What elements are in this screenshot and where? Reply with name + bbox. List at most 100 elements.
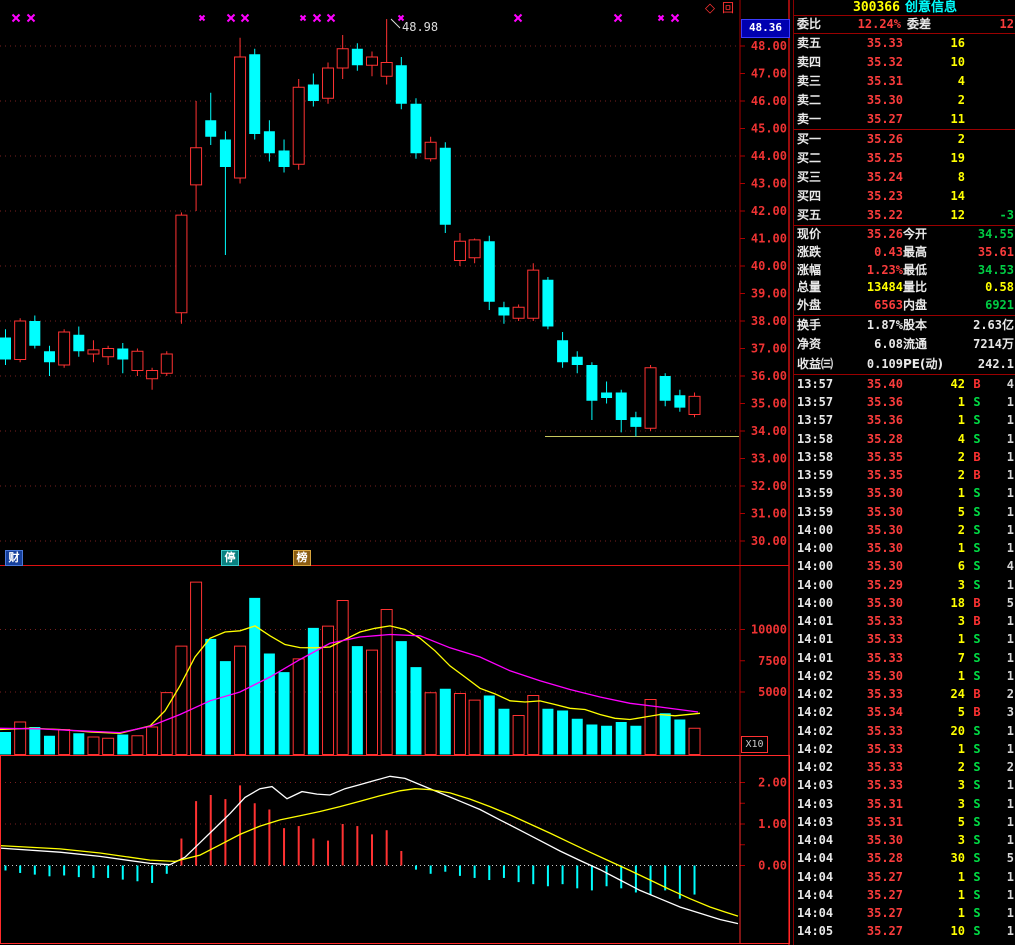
tick-count: 1 <box>989 649 1014 667</box>
tick-row[interactable]: 14:0235.345B3 <box>794 703 1015 721</box>
tick-row[interactable]: 14:0335.315S1 <box>794 813 1015 831</box>
tick-row[interactable]: 14:0235.301S1 <box>794 667 1015 685</box>
tick-row[interactable]: 13:5835.352B1 <box>794 448 1015 466</box>
volume-bars <box>0 582 700 754</box>
candle-body-down <box>220 140 231 168</box>
ask-row[interactable]: 卖二35.302 <box>794 91 1015 110</box>
tick-row[interactable]: 14:0335.313S1 <box>794 795 1015 813</box>
price-axis-label: 43.00 <box>751 177 787 191</box>
tick-side: S <box>965 831 989 849</box>
candle-body-up <box>454 241 465 260</box>
tick-price: 35.30 <box>841 594 903 612</box>
bid-row[interactable]: 买五35.2212-3 <box>794 206 1015 225</box>
level-size: 2 <box>903 130 965 149</box>
tick-row[interactable]: 14:0235.332S2 <box>794 758 1015 776</box>
tick-price: 35.31 <box>841 795 903 813</box>
window-icon[interactable]: 回 <box>722 1 734 16</box>
tick-row[interactable]: 14:0235.3320S1 <box>794 722 1015 740</box>
price-axis-label: 32.00 <box>751 479 787 493</box>
level-label: 买一 <box>797 130 841 149</box>
tick-row[interactable]: 14:0235.331S1 <box>794 740 1015 758</box>
fundamental-stats: 换手1.87%股本2.63亿净资6.08流通7214万收益㈢0.109PE(动)… <box>794 316 1015 374</box>
candle-body-up <box>147 371 158 379</box>
stock-header[interactable]: 300366创意信息 <box>794 0 1015 15</box>
tick-count: 1 <box>989 740 1014 758</box>
tick-price: 35.30 <box>841 521 903 539</box>
tick-row[interactable]: 14:0035.293S1 <box>794 576 1015 594</box>
volume-bar-down <box>660 713 671 754</box>
level-label: 买五 <box>797 206 841 225</box>
tick-count: 2 <box>989 758 1014 776</box>
strip-button-榜[interactable]: 榜 <box>293 550 311 566</box>
tick-side: S <box>965 904 989 922</box>
candle-body-down <box>352 49 363 66</box>
tick-row[interactable]: 14:0235.3324B2 <box>794 685 1015 703</box>
tick-row[interactable]: 14:0435.2830S5 <box>794 849 1015 867</box>
tick-side: B <box>965 375 989 393</box>
tick-row[interactable]: 14:0435.271S1 <box>794 868 1015 886</box>
candle-body-up <box>161 354 172 373</box>
tick-side: S <box>965 667 989 685</box>
time-and-sales-list[interactable]: 13:5735.4042B413:5735.361S113:5735.361S1… <box>794 375 1015 941</box>
tick-time: 14:00 <box>797 576 841 594</box>
ask-row[interactable]: 卖四35.3210 <box>794 53 1015 72</box>
ask-row[interactable]: 卖三35.314 <box>794 72 1015 91</box>
price-axis-label: 35.00 <box>751 397 787 411</box>
stat-label: 今开 <box>903 226 961 244</box>
level-extra <box>965 149 1014 168</box>
level-price: 35.33 <box>841 34 903 53</box>
level-label: 买四 <box>797 187 841 206</box>
kline-chart-svg[interactable]: 48.9848.0047.0046.0045.0044.0043.0042.00… <box>0 0 790 945</box>
bid-row[interactable]: 买二35.2519 <box>794 149 1015 168</box>
tick-row[interactable]: 14:0335.333S1 <box>794 776 1015 794</box>
tick-time: 14:03 <box>797 776 841 794</box>
stat-label: 外盘 <box>797 297 841 315</box>
tick-row[interactable]: 14:0135.331S1 <box>794 630 1015 648</box>
tick-row[interactable]: 13:5735.361S1 <box>794 411 1015 429</box>
tick-row[interactable]: 14:0435.271S1 <box>794 886 1015 904</box>
tick-row[interactable]: 13:5735.361S1 <box>794 393 1015 411</box>
tick-row[interactable]: 14:0135.333B1 <box>794 612 1015 630</box>
stat-row: 净资6.08流通7214万 <box>794 335 1015 354</box>
candle-body-down <box>440 148 451 225</box>
tick-row[interactable]: 14:0435.303S1 <box>794 831 1015 849</box>
ask-row[interactable]: 卖五35.3316 <box>794 34 1015 53</box>
price-axis-top-value: 48.36 <box>741 19 790 38</box>
tick-row[interactable]: 13:5835.284S1 <box>794 430 1015 448</box>
candle-body-down <box>674 395 685 407</box>
candle-body-down <box>616 393 627 421</box>
macd-axis-label: 0.00 <box>758 859 787 873</box>
macd-axis-label: 1.00 <box>758 817 787 831</box>
tick-row[interactable]: 13:5935.301S1 <box>794 484 1015 502</box>
tick-volume: 1 <box>903 904 965 922</box>
tick-row[interactable]: 14:0435.271S1 <box>794 904 1015 922</box>
tick-row[interactable]: 14:0035.302S1 <box>794 521 1015 539</box>
tick-count: 1 <box>989 795 1014 813</box>
diamond-icon[interactable]: ◇ <box>705 1 715 16</box>
strip-button-停[interactable]: 停 <box>221 550 239 566</box>
bid-row[interactable]: 买三35.248 <box>794 168 1015 187</box>
tick-volume: 6 <box>903 557 965 575</box>
tick-row[interactable]: 13:5735.4042B4 <box>794 375 1015 393</box>
tick-row[interactable]: 13:5935.305S1 <box>794 503 1015 521</box>
price-axis-label: 37.00 <box>751 342 787 356</box>
level-price: 35.31 <box>841 72 903 91</box>
volume-bar-up <box>59 730 70 755</box>
bid-row[interactable]: 买四35.2314 <box>794 187 1015 206</box>
candle-body-up <box>528 270 539 318</box>
tick-row[interactable]: 14:0535.2710S1 <box>794 922 1015 940</box>
strip-button-财[interactable]: 财 <box>5 550 23 566</box>
stat-label: 流通 <box>903 335 961 354</box>
tick-side: B <box>965 466 989 484</box>
tick-row[interactable]: 14:0035.301S1 <box>794 539 1015 557</box>
bid-row[interactable]: 买一35.262 <box>794 130 1015 149</box>
tick-price: 35.27 <box>841 904 903 922</box>
volume-bar-up <box>235 646 246 754</box>
tick-row[interactable]: 14:0035.306S4 <box>794 557 1015 575</box>
tick-row[interactable]: 13:5935.352B1 <box>794 466 1015 484</box>
ask-row[interactable]: 卖一35.2711 <box>794 110 1015 129</box>
volume-bar-down <box>542 709 553 755</box>
tick-price: 35.33 <box>841 758 903 776</box>
tick-row[interactable]: 14:0035.3018B5 <box>794 594 1015 612</box>
tick-row[interactable]: 14:0135.337S1 <box>794 649 1015 667</box>
